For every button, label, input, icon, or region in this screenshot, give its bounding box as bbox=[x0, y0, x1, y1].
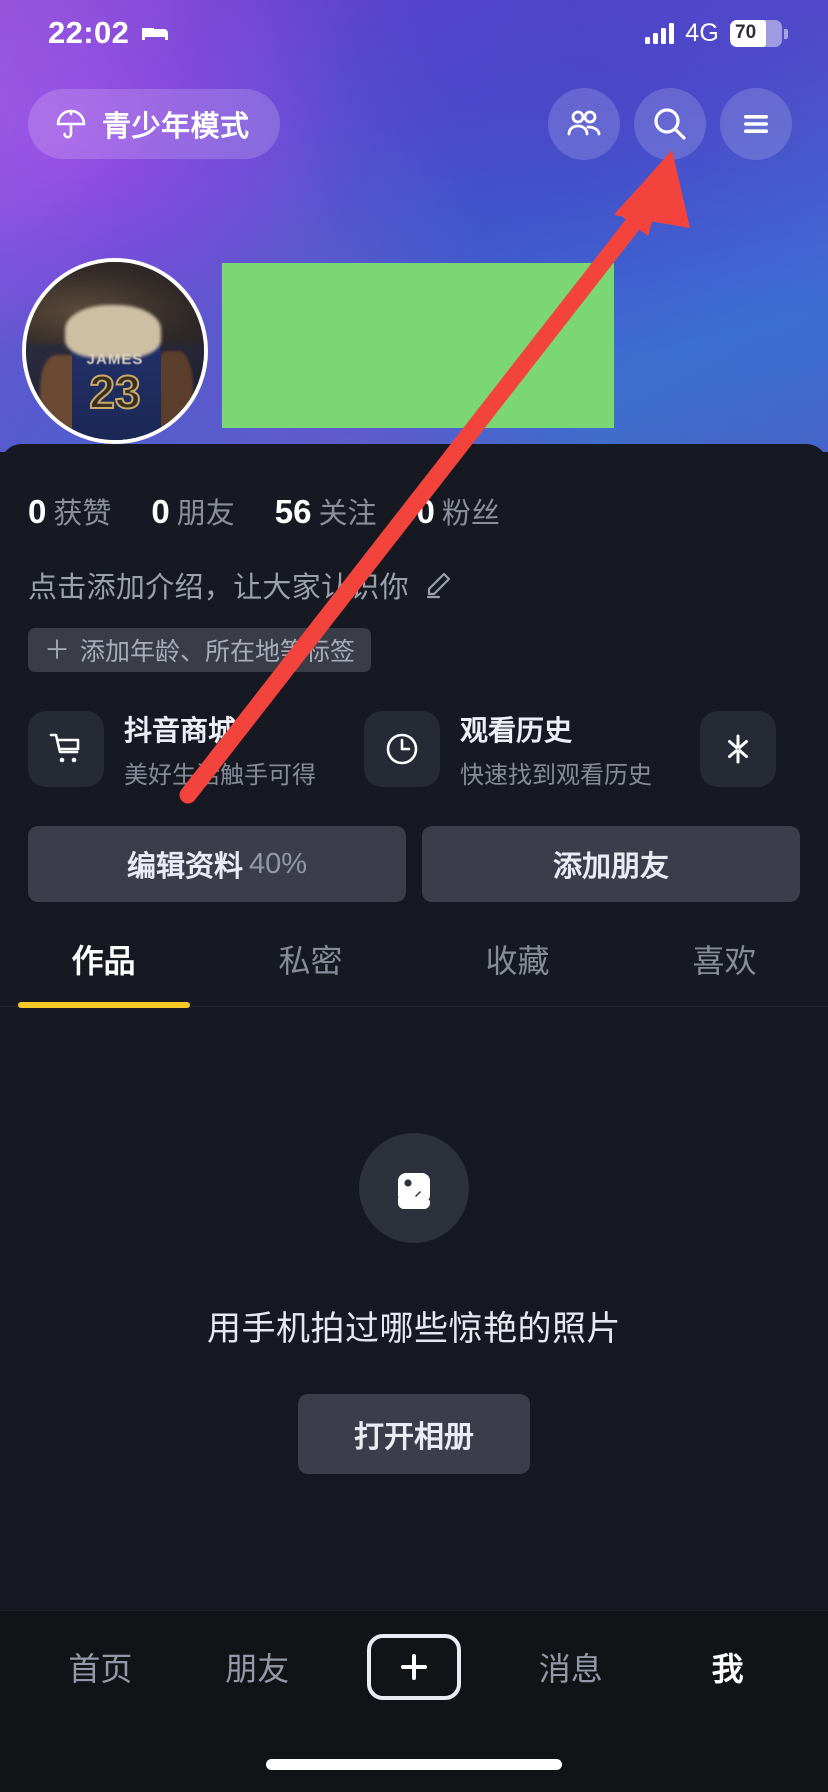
avatar-jersey-number: 23 bbox=[88, 365, 141, 419]
bottom-navigation-bar: 首页 朋友 消息 我 bbox=[0, 1610, 828, 1792]
nav-label: 首页 bbox=[68, 1651, 133, 1687]
open-album-label: 打开相册 bbox=[354, 1421, 474, 1454]
username-redaction-overlay bbox=[222, 263, 614, 428]
profile-content-sheet: 0 获赞 0 朋友 56 关注 0 粉丝 点击添加介绍，让大家认识你 ＋ 添加年… bbox=[0, 444, 828, 1792]
battery-percent: 70 bbox=[735, 22, 757, 43]
stat-value: 0 bbox=[151, 493, 170, 530]
add-friend-button[interactable]: 添加朋友 bbox=[422, 826, 800, 902]
image-icon bbox=[359, 1133, 469, 1243]
bio-row[interactable]: 点击添加介绍，让大家认识你 bbox=[0, 532, 828, 606]
shortcut-subtitle: 快速找到观看历史 bbox=[460, 761, 652, 789]
plus-icon[interactable] bbox=[366, 1634, 461, 1700]
edit-profile-button[interactable]: 编辑资料 40% bbox=[28, 826, 406, 902]
profile-action-buttons: 编辑资料 40% 添加朋友 bbox=[0, 796, 828, 902]
shortcut-title: 观看历史 bbox=[460, 714, 573, 746]
edit-profile-label: 编辑资料 bbox=[126, 851, 243, 883]
stat-value: 0 bbox=[28, 493, 47, 530]
avatar-image: JAMES 23 bbox=[26, 262, 204, 440]
search-icon[interactable] bbox=[634, 88, 706, 160]
friends-icon[interactable] bbox=[548, 88, 620, 160]
add-tag-button[interactable]: ＋ 添加年龄、所在地等标签 bbox=[28, 628, 372, 672]
nav-item-me[interactable]: 我 bbox=[649, 1644, 806, 1690]
tab-label: 私密 bbox=[278, 943, 343, 979]
shortcut-subtitle: 美好生活触手可得 bbox=[124, 761, 316, 789]
edit-profile-progress: 40% bbox=[248, 847, 308, 880]
avatar[interactable]: JAMES 23 bbox=[22, 258, 208, 444]
cart-icon bbox=[28, 711, 104, 787]
stat-label: 关注 bbox=[318, 498, 377, 530]
empty-state-text: 用手机拍过哪些惊艳的照片 bbox=[207, 1310, 621, 1348]
teen-mode-label: 青少年模式 bbox=[102, 111, 250, 143]
tab-label: 作品 bbox=[71, 943, 136, 979]
pencil-icon[interactable] bbox=[423, 570, 453, 600]
tab-private[interactable]: 私密 bbox=[207, 936, 414, 1006]
status-time: 22:02 bbox=[48, 15, 130, 50]
tab-label: 喜欢 bbox=[692, 943, 757, 979]
status-bar: 22:02 4G 70 bbox=[0, 0, 828, 66]
stat-followers[interactable]: 0 粉丝 bbox=[416, 490, 499, 532]
tab-likes[interactable]: 喜欢 bbox=[621, 936, 828, 1006]
bio-placeholder: 点击添加介绍，让大家认识你 bbox=[28, 572, 409, 604]
top-icon-group bbox=[548, 88, 792, 160]
tab-favorites[interactable]: 收藏 bbox=[414, 936, 621, 1006]
shortcut-card-spark[interactable] bbox=[700, 702, 776, 796]
add-tag-label: 添加年龄、所在地等标签 bbox=[80, 638, 356, 666]
stat-value: 0 bbox=[416, 493, 435, 530]
shortcut-card-mall[interactable]: 抖音商城 美好生活触手可得 bbox=[28, 702, 342, 796]
stat-value: 56 bbox=[274, 493, 312, 530]
stat-label: 获赞 bbox=[53, 498, 112, 530]
empty-state: 用手机拍过哪些惊艳的照片 打开相册 bbox=[0, 1007, 828, 1474]
shortcut-title: 抖音商城 bbox=[124, 714, 237, 746]
add-friend-label: 添加朋友 bbox=[552, 851, 669, 883]
bottom-nav-items: 首页 朋友 消息 我 bbox=[0, 1611, 828, 1723]
tab-works[interactable]: 作品 bbox=[0, 936, 207, 1006]
plus-glyph: ＋ bbox=[44, 635, 71, 665]
nav-item-create[interactable] bbox=[336, 1634, 493, 1700]
status-bar-left: 22:02 bbox=[48, 15, 170, 51]
nav-label: 我 bbox=[711, 1651, 744, 1687]
battery-icon: 70 bbox=[730, 19, 788, 47]
profile-stats: 0 获赞 0 朋友 56 关注 0 粉丝 bbox=[0, 444, 828, 532]
bed-icon bbox=[140, 22, 170, 44]
open-album-button[interactable]: 打开相册 bbox=[298, 1394, 530, 1474]
nav-label: 消息 bbox=[538, 1651, 603, 1687]
teen-mode-button[interactable]: 青少年模式 bbox=[28, 89, 280, 159]
stat-likes[interactable]: 0 获赞 bbox=[28, 490, 111, 532]
network-label: 4G bbox=[685, 18, 719, 47]
menu-icon[interactable] bbox=[720, 88, 792, 160]
umbrella-icon bbox=[54, 107, 88, 141]
nav-item-friends[interactable]: 朋友 bbox=[179, 1644, 336, 1690]
shortcut-card-history[interactable]: 观看历史 快速找到观看历史 bbox=[364, 702, 678, 796]
status-bar-right: 4G 70 bbox=[645, 18, 788, 48]
tab-label: 收藏 bbox=[485, 943, 550, 979]
clock-icon bbox=[364, 711, 440, 787]
nav-item-messages[interactable]: 消息 bbox=[492, 1644, 649, 1690]
spark-icon bbox=[700, 711, 776, 787]
content-tabs: 作品 私密 收藏 喜欢 bbox=[0, 936, 828, 1007]
shortcut-card-row[interactable]: 抖音商城 美好生活触手可得 观看历史 快速找到观看历史 bbox=[0, 672, 828, 796]
stat-label: 粉丝 bbox=[441, 498, 500, 530]
stat-friends[interactable]: 0 朋友 bbox=[151, 490, 234, 532]
stat-following[interactable]: 56 关注 bbox=[275, 490, 377, 532]
nav-label: 朋友 bbox=[225, 1651, 290, 1687]
profile-top-bar: 青少年模式 bbox=[0, 88, 828, 160]
home-indicator bbox=[266, 1759, 562, 1770]
stat-label: 朋友 bbox=[176, 498, 235, 530]
signal-icon bbox=[645, 22, 675, 44]
nav-item-home[interactable]: 首页 bbox=[22, 1644, 179, 1690]
